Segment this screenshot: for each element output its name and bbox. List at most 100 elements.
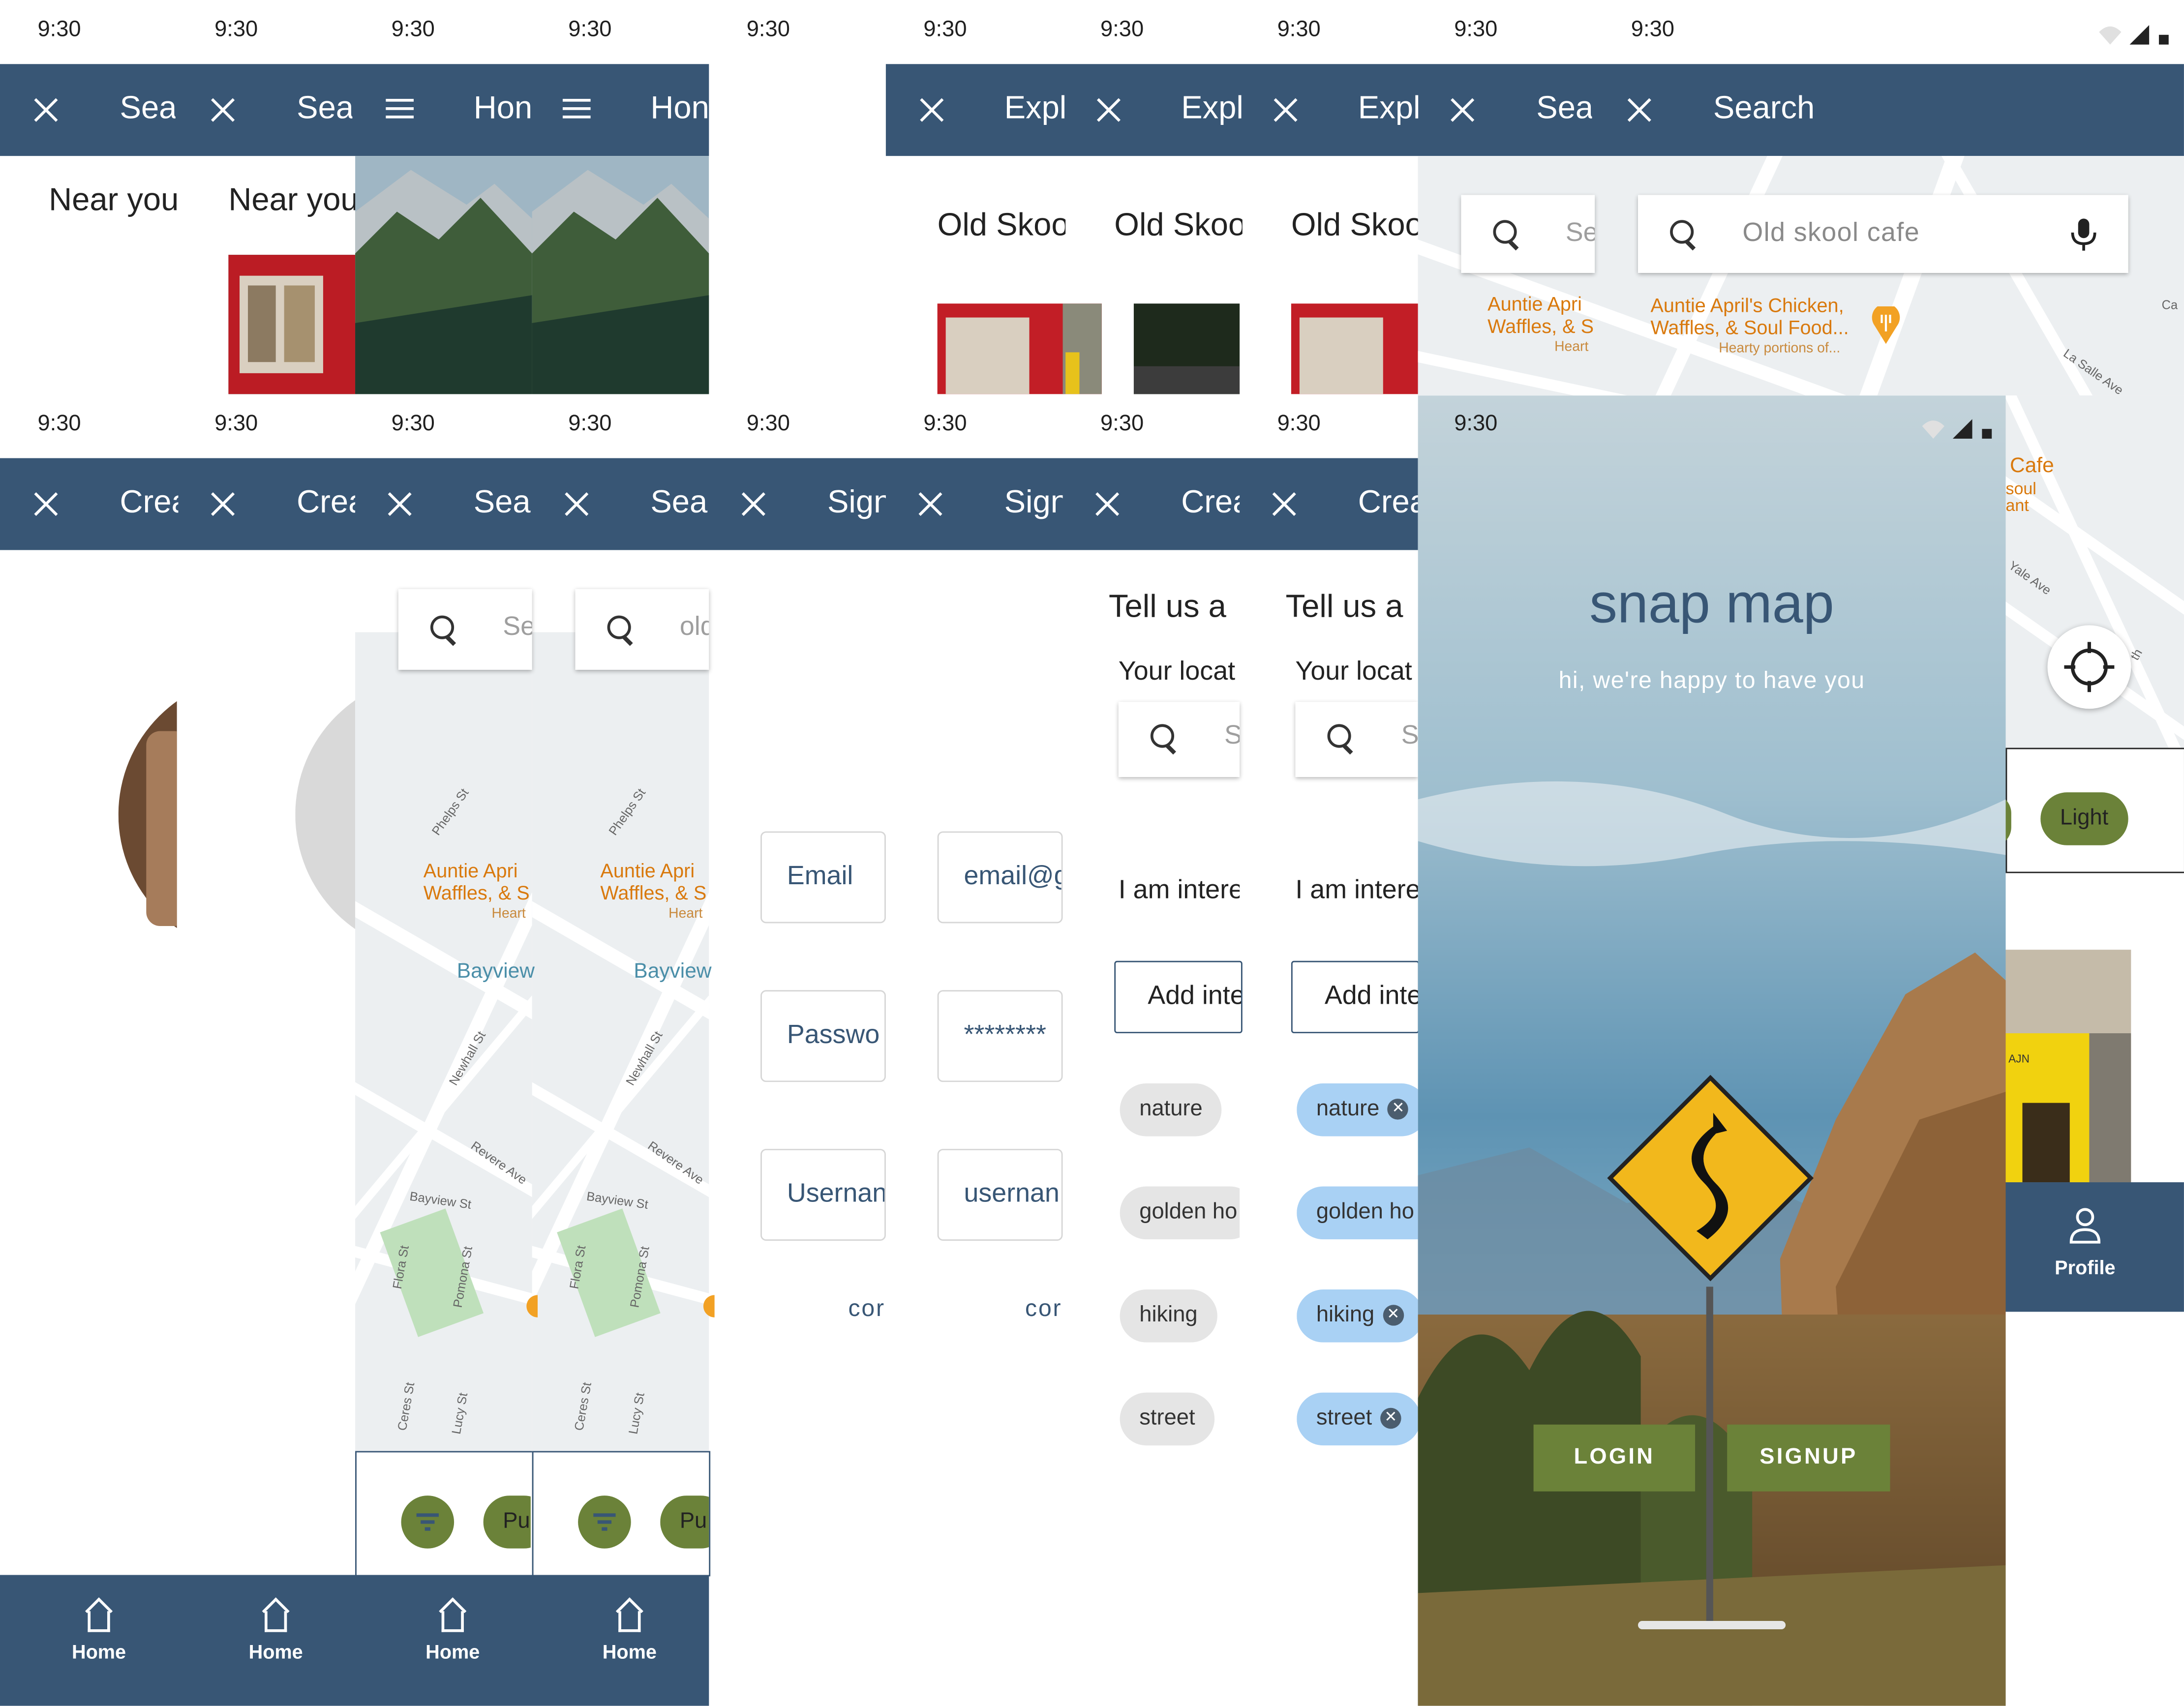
continue-button[interactable]: cor [1025, 1295, 1062, 1323]
app-bar-title: Hon [650, 89, 709, 125]
remove-icon[interactable]: ✕ [1388, 1099, 1409, 1120]
close-icon[interactable] [385, 489, 415, 519]
place-title: Old Skoo [1114, 206, 1243, 242]
status-time: 9:30 [1100, 18, 1144, 42]
app-bar-title: Sea [120, 89, 176, 125]
remove-icon[interactable]: ✕ [1380, 1408, 1401, 1429]
interest-chip-selected[interactable]: hiking ✕ [1297, 1289, 1418, 1343]
place-photo[interactable] [1133, 303, 1240, 394]
status-time: 9:30 [1277, 18, 1321, 42]
search-input[interactable]: Old skool cafe [1742, 219, 1920, 249]
login-button[interactable]: LOGIN [1533, 1424, 1696, 1492]
nav-home[interactable]: Home [411, 1601, 494, 1663]
nav-label: Home [425, 1640, 480, 1663]
app-bar-title: Sea [1536, 89, 1592, 125]
close-icon[interactable] [1092, 489, 1122, 519]
location-search[interactable] [1118, 702, 1240, 778]
near-you-heading: Near you [228, 181, 357, 217]
place-photo[interactable] [228, 255, 357, 394]
menu-icon[interactable] [562, 99, 591, 119]
home-icon [84, 1601, 114, 1632]
menu-icon[interactable] [386, 99, 414, 119]
area-label: Bayview [634, 959, 712, 984]
close-icon[interactable] [1269, 489, 1300, 519]
microphone-icon[interactable] [2070, 217, 2098, 254]
close-icon[interactable] [915, 489, 945, 519]
chip-label: street [1316, 1406, 1372, 1431]
screens-collage: 9:30 9:30 9:30 9:30 9:30 9:30 9:30 9:30 … [0, 0, 2184, 1706]
interest-chip[interactable]: hiking [1120, 1289, 1217, 1343]
email-field[interactable]: Email [760, 831, 886, 924]
interest-chip-selected[interactable]: street ✕ [1297, 1392, 1418, 1446]
mountain-photo[interactable] [355, 156, 709, 394]
my-location-button[interactable] [2047, 625, 2131, 709]
filter-button[interactable] [578, 1496, 631, 1549]
interest-chip[interactable]: nature [1120, 1083, 1222, 1137]
interest-chip[interactable]: golden ho [1120, 1186, 1240, 1240]
location-search[interactable] [1295, 702, 1418, 778]
nav-home[interactable]: Home [234, 1601, 318, 1663]
close-icon[interactable] [208, 489, 238, 519]
interest-chip-selected[interactable]: nature ✕ [1297, 1083, 1418, 1137]
status-icons [2099, 25, 2169, 45]
place-title: Old Skoo [937, 206, 1066, 242]
app-title: snap map [1589, 573, 1834, 635]
filter-chip[interactable]: Pu [483, 1496, 531, 1549]
chip-label: golden ho [1316, 1200, 1414, 1224]
poi-label: Auntie Apri [600, 859, 695, 882]
nav-label: Home [602, 1640, 657, 1663]
close-icon[interactable] [1093, 95, 1124, 125]
status-time: 9:30 [746, 18, 790, 42]
filter-chip[interactable]: Pu [660, 1496, 709, 1549]
interest-chip-selected[interactable]: golden ho✕ [1297, 1186, 1418, 1240]
home-indicator[interactable] [1638, 1620, 1786, 1629]
search-placeholder: Se [503, 612, 532, 642]
email-field[interactable]: email@g [937, 831, 1063, 924]
app-bar-title: Crea [1181, 483, 1240, 520]
nav-home[interactable]: Home [57, 1601, 141, 1663]
poi-sublabel: Heart [668, 906, 703, 922]
app-bar [0, 64, 709, 156]
remove-icon[interactable]: ✕ [1383, 1305, 1404, 1326]
close-icon[interactable] [30, 489, 61, 519]
add-interest-button[interactable]: Add inte [1291, 960, 1420, 1034]
location-placeholder: S [1224, 721, 1240, 752]
app-bar-title: Crea [297, 483, 355, 520]
avatar-placeholder[interactable] [295, 675, 356, 954]
password-field[interactable]: Passwo [760, 990, 886, 1082]
map-view[interactable] [355, 632, 532, 1451]
poi-label: Waffles, & S [423, 881, 530, 904]
close-icon[interactable] [208, 95, 238, 125]
status-time: 9:30 [568, 18, 612, 42]
map-view[interactable] [532, 632, 709, 1451]
interests-label: I am intere [1295, 876, 1418, 905]
place-photo[interactable]: AJN [2005, 950, 2131, 1183]
filter-button[interactable] [401, 1496, 455, 1549]
continue-button[interactable]: cor [848, 1295, 885, 1323]
poi-sublabel: Heart [1554, 339, 1589, 356]
poi-sublabel: Hearty portions of... [1719, 341, 1841, 357]
avatar-photo[interactable] [118, 675, 177, 954]
filter-chip-light[interactable]: Light [2040, 792, 2128, 845]
app-bar-title: Search [1713, 89, 1815, 125]
place-photo[interactable] [1291, 303, 1420, 394]
search-input[interactable]: old [680, 613, 709, 643]
close-icon[interactable] [1447, 95, 1478, 125]
place-photo[interactable] [937, 303, 1102, 394]
add-interest-button[interactable]: Add inte [1114, 960, 1243, 1034]
interest-chip[interactable]: street [1120, 1392, 1215, 1446]
username-field[interactable]: usernan [937, 1149, 1063, 1241]
close-icon[interactable] [1270, 95, 1301, 125]
signup-button[interactable]: SIGNUP [1727, 1424, 1890, 1492]
close-icon[interactable] [738, 489, 769, 519]
app-bar-title: Expl [1181, 89, 1243, 125]
restaurant-pin-icon[interactable] [1871, 306, 1901, 345]
username-field[interactable]: Usernan [760, 1149, 886, 1241]
close-icon[interactable] [916, 95, 947, 125]
close-icon[interactable] [1624, 95, 1655, 125]
password-field[interactable]: ******** [937, 990, 1063, 1082]
close-icon[interactable] [30, 95, 61, 125]
close-icon[interactable] [561, 489, 592, 519]
nav-profile[interactable]: Profile [2043, 1206, 2127, 1278]
nav-home[interactable]: Home [588, 1601, 671, 1663]
